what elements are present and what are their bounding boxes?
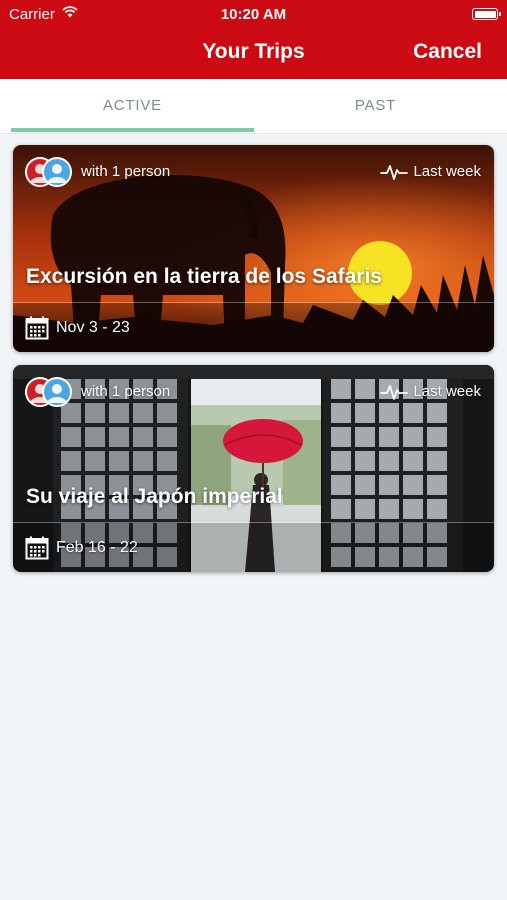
card-divider <box>13 522 494 523</box>
card-divider <box>13 302 494 303</box>
companions-label: with 1 person <box>81 383 171 400</box>
pulse-icon <box>380 385 408 400</box>
calendar-icon <box>25 316 49 340</box>
tab-active-indicator <box>11 128 254 132</box>
trip-card[interactable]: with 1 person Last week Excursión en la … <box>13 145 494 352</box>
status-time: 10:20 AM <box>220 6 287 23</box>
trip-dates: Feb 16 - 22 <box>56 539 138 556</box>
trip-card[interactable]: with 1 person Last week Su viaje al Japó… <box>13 365 494 572</box>
nav-header: Carrier 10:20 AM Your Trips Cancel <box>0 0 507 79</box>
avatar <box>42 377 72 407</box>
companion-avatars <box>25 157 73 189</box>
tab-past[interactable]: PAST <box>254 79 497 133</box>
user-avatar-icon <box>47 384 67 403</box>
cancel-button[interactable]: Cancel <box>413 40 482 64</box>
last-activity-label: Last week <box>413 163 481 180</box>
pulse-icon <box>380 165 408 180</box>
avatar <box>42 157 72 187</box>
trip-title: Su viaje al Japón imperial <box>26 485 283 508</box>
status-bar: Carrier 10:20 AM <box>0 0 507 28</box>
battery-icon <box>472 8 501 20</box>
trip-dates: Nov 3 - 23 <box>56 319 130 336</box>
user-avatar-icon <box>47 164 67 183</box>
segment-tabs: ACTIVE PAST <box>0 79 507 134</box>
calendar-icon <box>25 536 49 560</box>
companion-avatars <box>25 377 73 409</box>
tab-active[interactable]: ACTIVE <box>11 79 254 133</box>
companions-label: with 1 person <box>81 163 171 180</box>
trip-title: Excursión en la tierra de los Safaris <box>26 265 382 288</box>
last-activity-label: Last week <box>413 383 481 400</box>
